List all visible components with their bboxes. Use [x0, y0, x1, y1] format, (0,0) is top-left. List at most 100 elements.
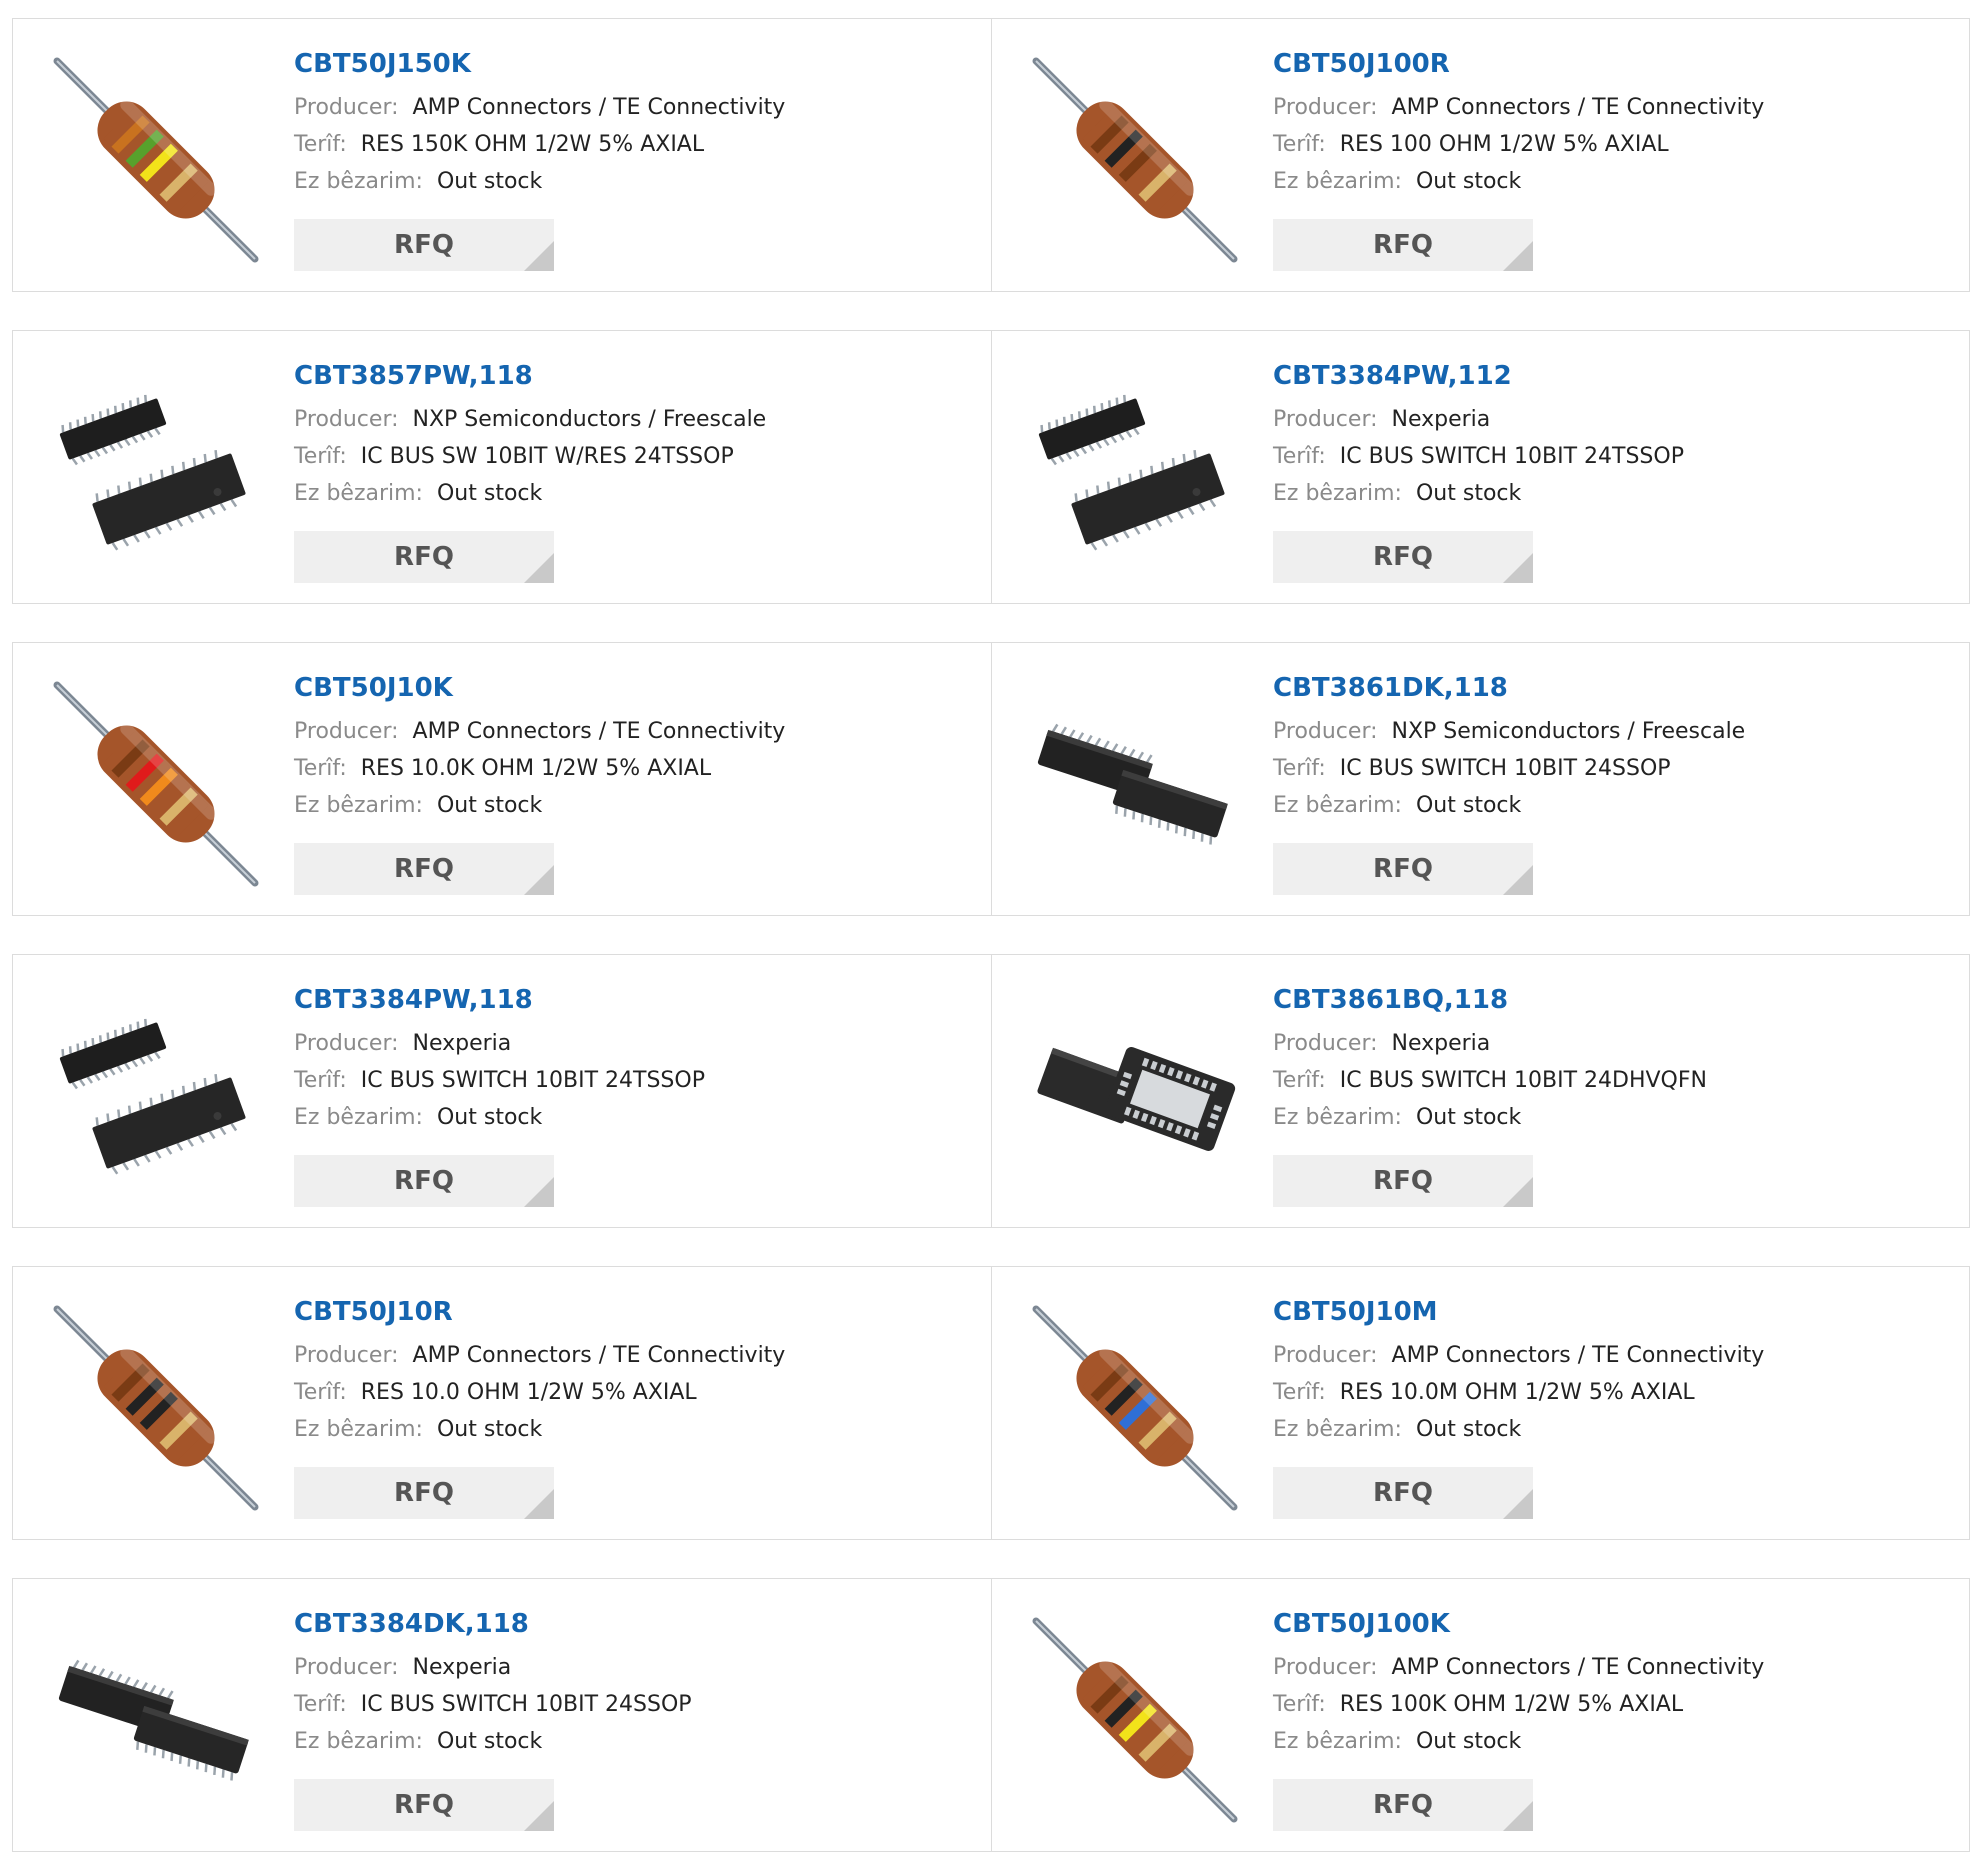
rfq-button[interactable]: RFQ: [294, 843, 554, 895]
ssop-chip-image[interactable]: [1030, 679, 1240, 889]
product-info: CBT3384PW,118 Producer: Nexperia Terîf: IC B…: [294, 983, 705, 1136]
producer-line: Producer: AMP Connectors / TE Connectivit…: [1273, 1649, 1764, 1686]
producer-value: AMP Connectors / TE Connectivity: [1391, 1655, 1765, 1680]
description-label: Terîf:: [294, 132, 347, 157]
product-info: CBT50J10K Producer: AMP Connectors / TE Co…: [294, 671, 785, 824]
producer-label: Producer:: [1273, 1031, 1378, 1056]
part-number-link[interactable]: CBT50J10R: [294, 1295, 785, 1329]
part-number-link[interactable]: CBT50J100K: [1273, 1607, 1764, 1641]
stock-value: Out stock: [436, 481, 543, 506]
product-card: CBT50J100K Producer: AMP Connectors / TE C…: [991, 1579, 1970, 1851]
resistor-image[interactable]: [51, 55, 261, 265]
product-info: CBT3384DK,118 Producer: Nexperia Terîf: IC B…: [294, 1607, 692, 1760]
rfq-button[interactable]: RFQ: [294, 1779, 554, 1831]
description-label: Terîf:: [294, 444, 347, 469]
part-number-link[interactable]: CBT3384DK,118: [294, 1607, 692, 1641]
resistor-image[interactable]: [1030, 55, 1240, 265]
rfq-button[interactable]: RFQ: [1273, 219, 1533, 271]
stock-label: Ez bêzarim:: [294, 1729, 423, 1754]
corner-triangle-icon: [524, 1489, 554, 1519]
tssop-chip-image[interactable]: [1030, 367, 1240, 577]
producer-line: Producer: Nexperia: [1273, 401, 1684, 438]
description-line: Terîf: IC BUS SWITCH 10BIT 24SSOP: [1273, 750, 1745, 787]
tssop-chip-image[interactable]: [51, 367, 261, 577]
product-card: CBT3857PW,118 Producer: NXP Semiconductors…: [13, 331, 991, 603]
description-line: Terîf: RES 150K OHM 1/2W 5% AXIAL: [294, 126, 785, 163]
stock-line: Ez bêzarim: Out stock: [294, 1723, 692, 1760]
part-number-link[interactable]: CBT50J10K: [294, 671, 785, 705]
producer-label: Producer:: [294, 719, 399, 744]
product-card: CBT50J10R Producer: AMP Connectors / TE Co…: [13, 1267, 991, 1539]
part-number-link[interactable]: CBT3861DK,118: [1273, 671, 1745, 705]
producer-value: AMP Connectors / TE Connectivity: [412, 719, 786, 744]
stock-value: Out stock: [1415, 1105, 1522, 1130]
product-info: CBT3857PW,118 Producer: NXP Semiconductors…: [294, 359, 766, 512]
ssop-chip-image[interactable]: [51, 1615, 261, 1825]
corner-triangle-icon: [1503, 865, 1533, 895]
part-number-link[interactable]: CBT50J10M: [1273, 1295, 1764, 1329]
description-value: RES 10.0K OHM 1/2W 5% AXIAL: [360, 756, 712, 781]
stock-line: Ez bêzarim: Out stock: [1273, 1099, 1707, 1136]
producer-line: Producer: AMP Connectors / TE Connectivit…: [294, 1337, 785, 1374]
resistor-image[interactable]: [51, 679, 261, 889]
rfq-button[interactable]: RFQ: [1273, 531, 1533, 583]
product-card: CBT3384DK,118 Producer: Nexperia Terîf: IC B…: [13, 1579, 991, 1851]
rfq-button[interactable]: RFQ: [1273, 1155, 1533, 1207]
product-row: CBT3384PW,118 Producer: Nexperia Terîf: IC B…: [12, 954, 1970, 1228]
stock-label: Ez bêzarim:: [294, 1417, 423, 1442]
rfq-label: RFQ: [394, 542, 454, 572]
rfq-button[interactable]: RFQ: [1273, 1467, 1533, 1519]
producer-label: Producer:: [1273, 719, 1378, 744]
corner-triangle-icon: [524, 553, 554, 583]
producer-line: Producer: Nexperia: [1273, 1025, 1707, 1062]
producer-value: Nexperia: [1391, 1031, 1491, 1056]
producer-label: Producer:: [1273, 1343, 1378, 1368]
stock-label: Ez bêzarim:: [294, 481, 423, 506]
corner-triangle-icon: [524, 1801, 554, 1831]
producer-value: NXP Semiconductors / Freescale: [1391, 719, 1746, 744]
product-info: CBT3384PW,112 Producer: Nexperia Terîf: IC B…: [1273, 359, 1684, 512]
producer-value: AMP Connectors / TE Connectivity: [1391, 95, 1765, 120]
part-number-link[interactable]: CBT3384PW,112: [1273, 359, 1684, 393]
description-value: RES 100K OHM 1/2W 5% AXIAL: [1339, 1692, 1684, 1717]
part-number-link[interactable]: CBT3384PW,118: [294, 983, 705, 1017]
producer-line: Producer: Nexperia: [294, 1649, 692, 1686]
stock-value: Out stock: [1415, 169, 1522, 194]
stock-value: Out stock: [436, 169, 543, 194]
resistor-image[interactable]: [1030, 1303, 1240, 1513]
description-line: Terîf: IC BUS SWITCH 10BIT 24TSSOP: [294, 1062, 705, 1099]
product-info: CBT3861DK,118 Producer: NXP Semiconductors…: [1273, 671, 1745, 824]
part-number-link[interactable]: CBT3861BQ,118: [1273, 983, 1707, 1017]
part-number-link[interactable]: CBT3857PW,118: [294, 359, 766, 393]
producer-label: Producer:: [1273, 1655, 1378, 1680]
product-row: CBT50J150K Producer: AMP Connectors / TE C…: [12, 18, 1970, 292]
stock-value: Out stock: [1415, 1417, 1522, 1442]
producer-line: Producer: AMP Connectors / TE Connectivit…: [294, 89, 785, 126]
description-value: IC BUS SW 10BIT W/RES 24TSSOP: [360, 444, 734, 469]
corner-triangle-icon: [1503, 241, 1533, 271]
rfq-label: RFQ: [1373, 230, 1433, 260]
stock-label: Ez bêzarim:: [1273, 481, 1402, 506]
product-info: CBT50J10M Producer: AMP Connectors / TE Co…: [1273, 1295, 1764, 1448]
corner-triangle-icon: [524, 865, 554, 895]
producer-label: Producer:: [294, 1031, 399, 1056]
rfq-button[interactable]: RFQ: [1273, 843, 1533, 895]
producer-line: Producer: AMP Connectors / TE Connectivit…: [1273, 1337, 1764, 1374]
qfn-chip-image[interactable]: [1030, 991, 1240, 1201]
rfq-button[interactable]: RFQ: [294, 1467, 554, 1519]
product-info: CBT50J100K Producer: AMP Connectors / TE C…: [1273, 1607, 1764, 1760]
stock-value: Out stock: [436, 1417, 543, 1442]
part-number-link[interactable]: CBT50J150K: [294, 47, 785, 81]
resistor-image[interactable]: [1030, 1615, 1240, 1825]
stock-line: Ez bêzarim: Out stock: [1273, 475, 1684, 512]
resistor-image[interactable]: [51, 1303, 261, 1513]
rfq-button[interactable]: RFQ: [294, 531, 554, 583]
product-card: CBT3384PW,112 Producer: Nexperia Terîf: IC B…: [991, 331, 1970, 603]
product-card: CBT50J10K Producer: AMP Connectors / TE Co…: [13, 643, 991, 915]
rfq-button[interactable]: RFQ: [294, 1155, 554, 1207]
corner-triangle-icon: [524, 1177, 554, 1207]
rfq-button[interactable]: RFQ: [1273, 1779, 1533, 1831]
rfq-button[interactable]: RFQ: [294, 219, 554, 271]
tssop-chip-image[interactable]: [51, 991, 261, 1201]
part-number-link[interactable]: CBT50J100R: [1273, 47, 1764, 81]
